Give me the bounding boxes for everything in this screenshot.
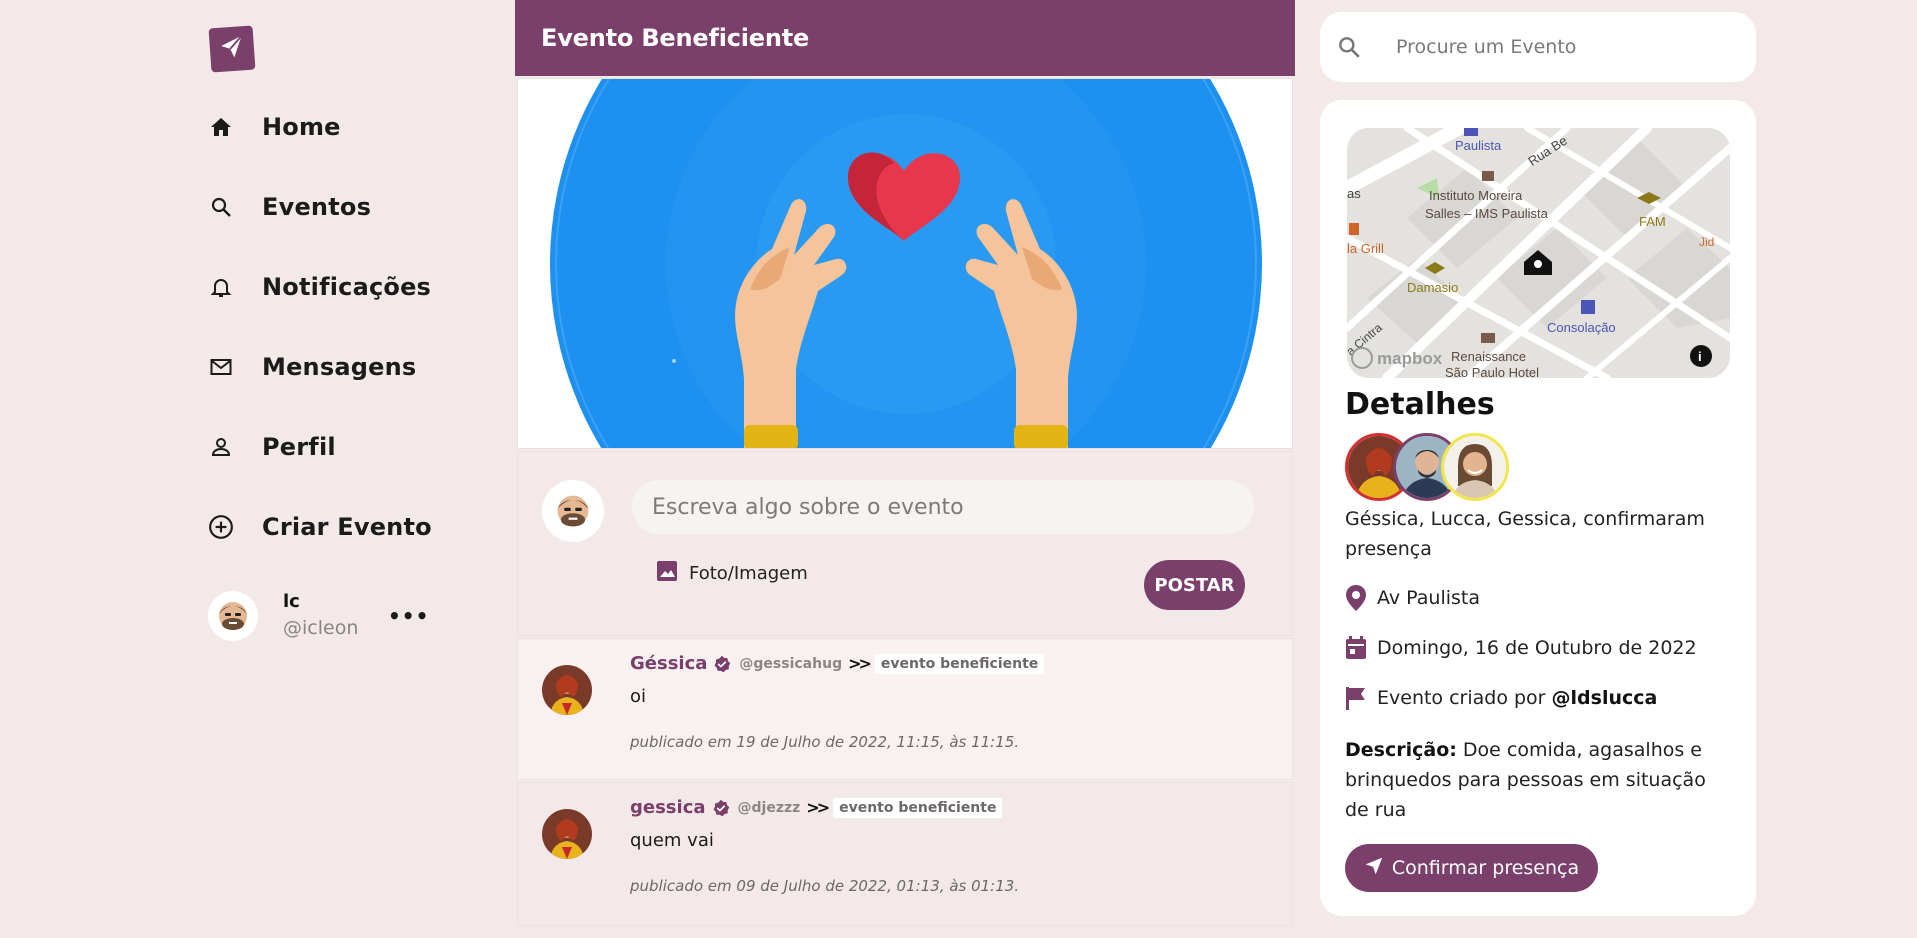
post-header: gessica @djezzz >> evento beneficiente [630,797,1003,818]
map-label: Renaissance [1451,349,1526,364]
map-label: São Paulo Hotel [1445,365,1539,378]
event-date-text: Domingo, 16 de Outubro de 2022 [1377,637,1697,659]
map-label: Paulista [1455,138,1502,153]
map-label: FAM [1639,214,1666,229]
sidebar-item-label: Home [262,113,341,141]
avatar[interactable] [542,665,592,715]
event-tag[interactable]: evento beneficiente [833,797,1003,818]
event-creator-prefix: Evento criado por [1377,687,1552,709]
sidebar-item-mensagens[interactable]: Mensagens [208,347,416,387]
map-label: Consolação [1547,320,1616,335]
details-title: Detalhes [1345,387,1495,422]
sidebar-item-criar-evento[interactable]: Criar Evento [208,507,432,547]
page-title: Evento Beneficiente [541,24,810,52]
post-body: oi [630,686,647,707]
user-handle: @icleon [283,617,359,639]
chevron-right-icon: >> [848,654,872,673]
avatar [542,480,604,542]
map-label: mapbox [1377,349,1443,368]
event-creator: Evento criado por @ldslucca [1345,685,1657,711]
sidebar-item-eventos[interactable]: Eventos [208,187,371,227]
post-handle[interactable]: @djezzz [738,800,801,816]
calendar-icon [1345,635,1367,661]
attendee-avatars [1345,433,1545,503]
sidebar-item-notificacoes[interactable]: Notificações [208,267,431,307]
map-label: Instituto Moreira [1429,188,1523,203]
avatar[interactable] [1441,433,1509,501]
sidebar-item-label: Mensagens [262,353,417,381]
post-timestamp: publicado em 19 de Julho de 2022, 11:15,… [630,733,1020,751]
post-item: gessica @djezzz >> evento beneficiente q… [517,782,1293,926]
confirm-attendance-label: Confirmar presença [1391,857,1580,879]
navigation-arrow-icon [1364,856,1384,881]
sidebar-item-label: Criar Evento [262,513,432,541]
event-header: Evento Beneficiente [515,0,1295,76]
image-icon [655,559,679,587]
sidebar-item-label: Notificações [262,273,432,301]
post-body: quem vai [630,830,714,851]
user-name: lc [283,591,300,612]
map-label: la Grill [1347,241,1384,256]
event-feed: Evento Beneficiente Escreva algo sobre o… [515,0,1295,938]
photo-upload-label: Foto/Imagem [689,562,808,584]
event-tag[interactable]: evento beneficiente [874,653,1045,674]
map-label: Jid [1699,235,1714,249]
sidebar-item-home[interactable]: Home [208,107,341,147]
verified-icon [712,799,730,817]
flag-icon [1345,685,1367,711]
event-location-map[interactable]: Paulista Rua Be Instituto Moreira Salles… [1347,128,1730,378]
event-location-text: Av Paulista [1377,587,1481,609]
post-timestamp: publicado em 09 de Julho de 2022, 01:13,… [630,877,1020,895]
person-icon [208,434,234,460]
sidebar-item-label: Eventos [262,193,372,221]
event-description: Descrição: Doe comida, agasalhos e brinq… [1345,735,1735,825]
search-icon [1336,34,1362,64]
event-details-card: Paulista Rua Be Instituto Moreira Salles… [1320,100,1756,916]
search-icon [208,194,234,220]
post-author[interactable]: gessica [630,797,706,818]
bell-icon [208,274,234,300]
search-input[interactable] [1396,12,1736,82]
app-logo[interactable] [208,25,256,73]
svg-text:i: i [1698,349,1702,364]
post-text-input[interactable] [632,480,1254,534]
avatar [208,591,258,641]
event-date: Domingo, 16 de Outubro de 2022 [1345,635,1697,661]
home-icon [208,114,234,140]
post-item: Géssica @gessicahug >> evento beneficien… [517,638,1293,780]
post-composer: Foto/Imagem POSTAR [517,451,1293,636]
confirm-attendance-button[interactable]: Confirmar presença [1345,844,1598,892]
event-location: Av Paulista [1345,585,1480,611]
event-creator-handle[interactable]: @ldslucca [1552,687,1658,709]
post-button[interactable]: POSTAR [1144,560,1245,610]
event-banner-image [517,78,1293,449]
post-author[interactable]: Géssica [630,653,707,674]
chevron-right-icon: >> [806,798,830,817]
mail-icon [208,354,234,380]
sidebar-item-perfil[interactable]: Perfil [208,427,336,467]
event-search [1320,12,1756,82]
map-label: Damasio [1407,280,1458,295]
avatar[interactable] [542,809,592,859]
map-label: as [1347,186,1361,201]
paper-plane-icon [217,32,247,66]
description-label: Descrição: [1345,739,1457,761]
attendees-confirmed-text: Géssica, Lucca, Gessica, confirmaram pre… [1345,508,1705,560]
add-circle-icon [208,514,234,540]
current-user[interactable]: lc @icleon ••• [208,590,448,642]
sidebar-item-label: Perfil [262,433,336,461]
sidebar: Home Eventos Notificações Mensagens Perf… [208,0,508,938]
verified-icon [713,655,731,673]
post-header: Géssica @gessicahug >> evento beneficien… [630,653,1045,674]
post-handle[interactable]: @gessicahug [739,656,842,672]
photo-upload-button[interactable]: Foto/Imagem [655,559,808,587]
location-pin-icon [1345,585,1367,611]
more-options-icon[interactable]: ••• [388,604,429,628]
map-label: Salles – IMS Paulista [1425,206,1549,221]
